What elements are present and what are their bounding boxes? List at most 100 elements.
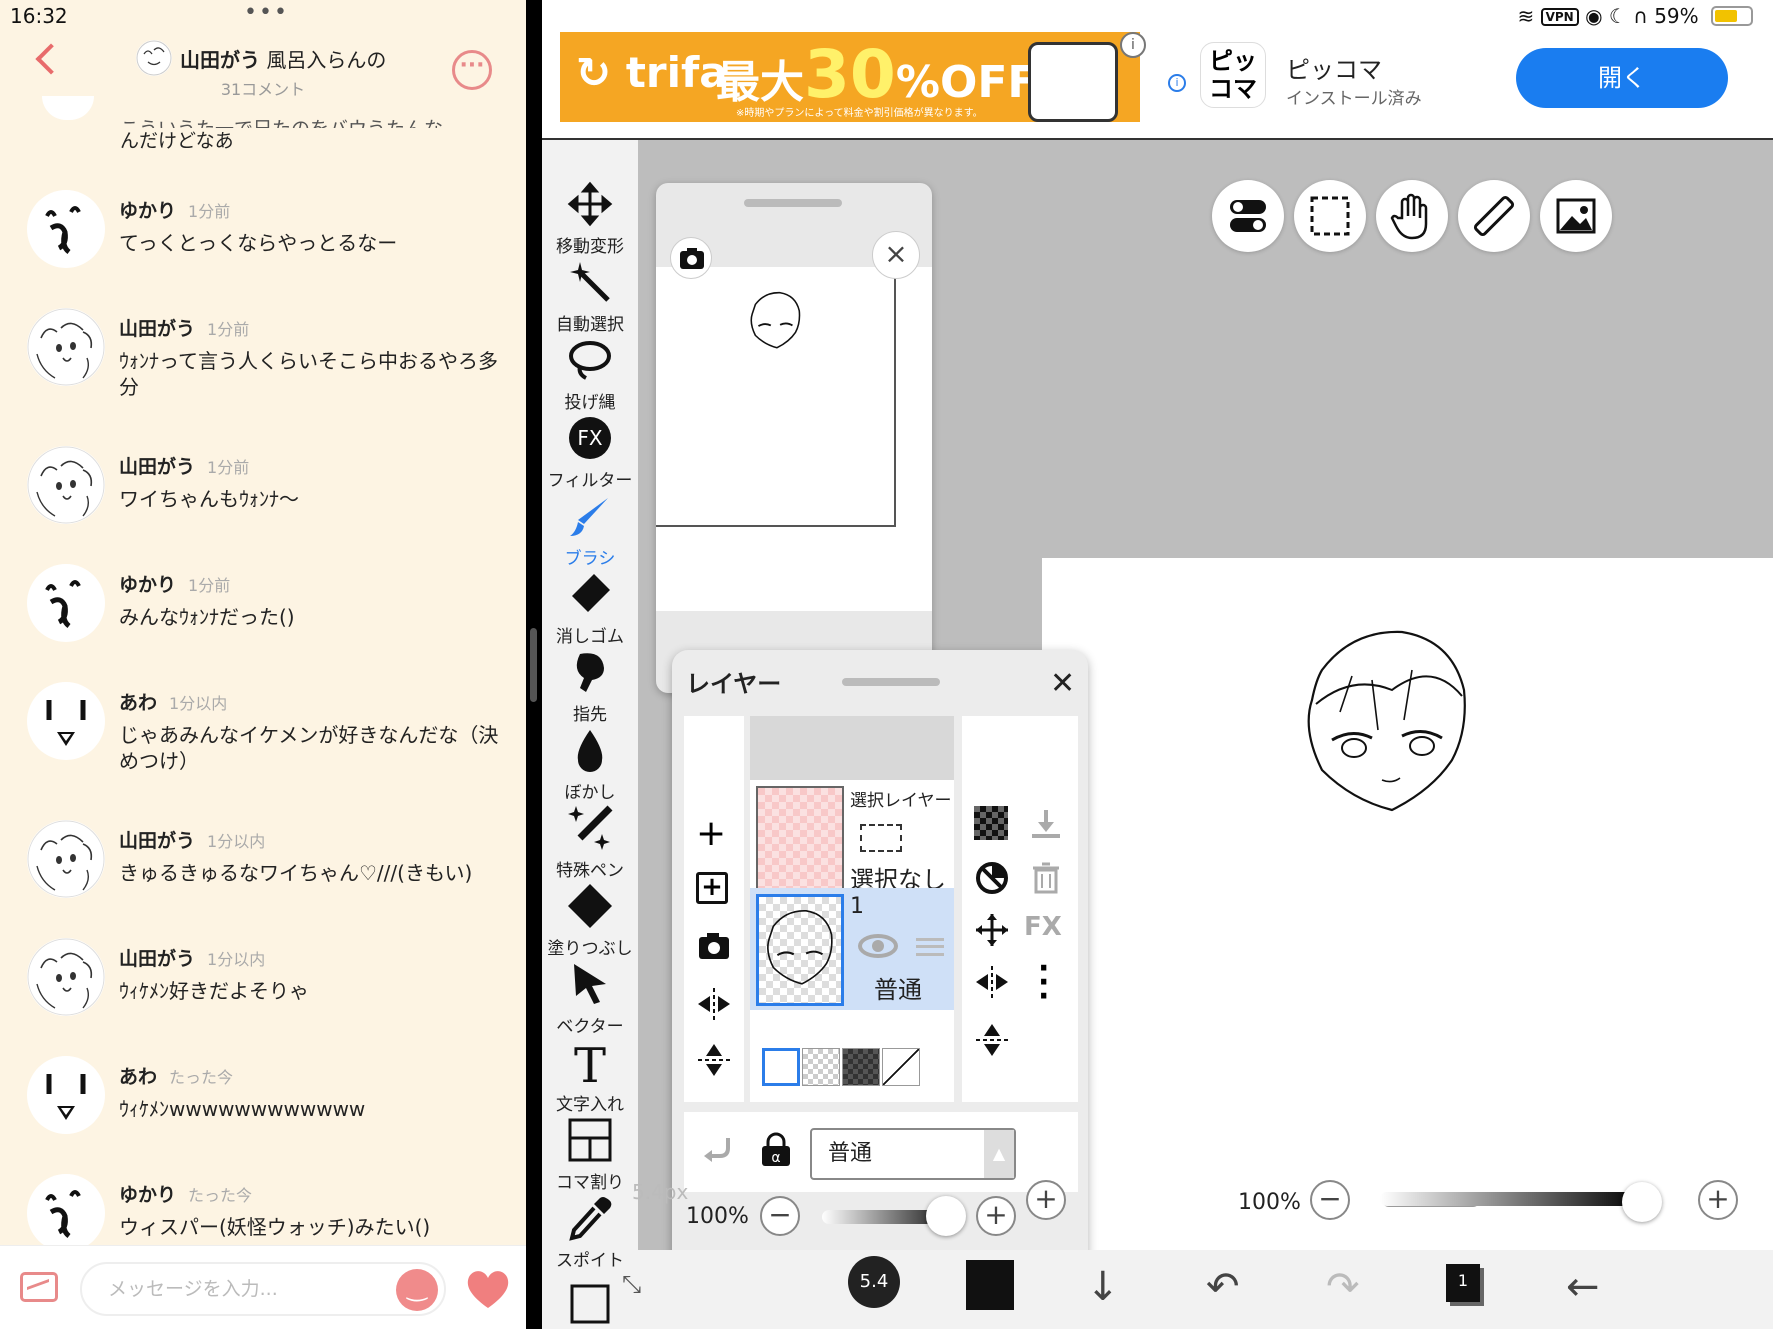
- split-handle[interactable]: [530, 628, 537, 702]
- transparency-lock-icon[interactable]: [974, 806, 1008, 840]
- chevron-left-icon[interactable]: [35, 43, 67, 75]
- close-icon[interactable]: ×: [872, 231, 920, 279]
- close-icon[interactable]: ✕: [1050, 666, 1075, 701]
- navigator-preview[interactable]: [656, 267, 932, 611]
- color-swatch[interactable]: [966, 1260, 1014, 1310]
- flip-vertical-icon[interactable]: [974, 1022, 1010, 1058]
- zoom-out-button[interactable]: −: [1310, 1180, 1350, 1220]
- background-dark-swatch[interactable]: [842, 1048, 880, 1086]
- pickoma-app-icon: ピッ コマ: [1200, 42, 1266, 108]
- navigator-panel[interactable]: ×: [656, 183, 932, 693]
- clip-arrow-icon[interactable]: [700, 1134, 736, 1170]
- layer-row-selection[interactable]: 選択レイヤー 選択なし: [750, 780, 954, 902]
- layer-sketch: [767, 909, 833, 985]
- background-none-swatch[interactable]: [882, 1048, 920, 1086]
- message-time: 1分前: [207, 458, 250, 477]
- ad-banner-pickoma[interactable]: i ピッ コマ ピッコマ インストール済み 開く: [1156, 32, 1773, 122]
- duplicate-layer-icon[interactable]: +: [696, 872, 728, 904]
- move-icon[interactable]: [974, 912, 1010, 948]
- ad-banner-trifa[interactable]: ↻ trifa 最大30%OFF ※時期やプランによって料金や割引価格が異なりま…: [560, 32, 1140, 122]
- flip-horizontal-icon[interactable]: [696, 986, 732, 1022]
- tool-finger[interactable]: 指先: [542, 648, 638, 725]
- zoom-slider[interactable]: [1380, 1192, 1642, 1206]
- tool-vector[interactable]: ベクター: [542, 960, 638, 1037]
- background-white-swatch[interactable]: [762, 1048, 800, 1086]
- split-divider[interactable]: [526, 0, 542, 1329]
- ruler-icon[interactable]: [1458, 180, 1530, 252]
- fx-icon[interactable]: FX: [1024, 912, 1062, 942]
- more-icon[interactable]: ···: [452, 50, 492, 90]
- message-input[interactable]: メッセージを入力...: [80, 1262, 446, 1316]
- message-text: てっくとっくならやっとるなー: [119, 231, 398, 255]
- chevron-up-icon[interactable]: ▲: [984, 1130, 1014, 1178]
- layer-row-1[interactable]: 1 普通: [750, 888, 954, 1010]
- brush-size-indicator[interactable]: 5.4: [848, 1256, 900, 1308]
- tool-lasso[interactable]: 投げ縄: [542, 336, 638, 413]
- clipping-icon[interactable]: [974, 860, 1010, 896]
- zoom-slider-knob[interactable]: [1622, 1182, 1662, 1222]
- smile-icon[interactable]: ‿: [396, 1269, 438, 1311]
- add-layer-icon[interactable]: +: [696, 816, 726, 852]
- message-text: じゃあみんなイケメンが好きなんだな（決めつけ）: [119, 723, 499, 773]
- open-button[interactable]: 開く: [1516, 48, 1728, 108]
- tool-filter[interactable]: FX フィルター: [542, 414, 638, 491]
- alpha-lock-icon[interactable]: α: [758, 1132, 794, 1168]
- arrow-left-icon[interactable]: ←: [1566, 1264, 1600, 1310]
- tool-fill[interactable]: 塗りつぶし: [542, 882, 638, 959]
- flip-horizontal-icon[interactable]: [974, 964, 1010, 1000]
- opacity-increase-button[interactable]: +: [976, 1196, 1016, 1236]
- redo-icon[interactable]: ↷: [1326, 1264, 1360, 1310]
- vpn-badge: VPN: [1540, 8, 1579, 26]
- selection-icon[interactable]: [1294, 180, 1366, 252]
- undo-icon[interactable]: ↶: [1206, 1264, 1240, 1310]
- compose-bar: メッセージを入力... ‿: [0, 1245, 526, 1329]
- avatar-yukari: [27, 564, 105, 642]
- tool-eyedropper[interactable]: スポイト: [542, 1194, 638, 1271]
- more-vertical-icon[interactable]: · · ·: [1038, 954, 1049, 1012]
- drag-handle-icon[interactable]: [916, 938, 944, 956]
- background-transparent-swatch[interactable]: [802, 1048, 840, 1086]
- status-time: 16:32: [10, 4, 68, 28]
- heart-icon[interactable]: [463, 1264, 513, 1314]
- tool-frame-divider[interactable]: コマ割り: [542, 1116, 638, 1193]
- hand-icon[interactable]: [1376, 180, 1448, 252]
- info-icon[interactable]: i: [1168, 74, 1186, 92]
- partial-message: こういうた一で兄たのをバウうたんな んだけどなあ: [120, 116, 500, 154]
- info-icon[interactable]: i: [1120, 32, 1146, 58]
- image-icon[interactable]: [20, 1272, 58, 1302]
- opacity-label: 100%: [686, 1204, 749, 1229]
- tool-special-pen[interactable]: 特殊ペン: [542, 804, 638, 881]
- eye-icon[interactable]: [858, 934, 898, 958]
- zoom-in-button-right[interactable]: +: [1698, 1180, 1738, 1220]
- tool-eraser[interactable]: 消しゴム: [542, 570, 638, 647]
- thread-author: 山田がう: [180, 48, 260, 72]
- flip-vertical-icon[interactable]: [696, 1042, 732, 1078]
- zoom-in-button[interactable]: +: [1026, 1180, 1066, 1220]
- image-icon[interactable]: [1540, 180, 1612, 252]
- camera-icon[interactable]: [696, 928, 732, 964]
- layers-icon[interactable]: 1: [1446, 1264, 1480, 1302]
- tool-blur[interactable]: ぼかし: [542, 726, 638, 803]
- message-time: 1分以内: [207, 832, 266, 851]
- trifa-brand: trifa: [625, 48, 728, 97]
- canvas-paper[interactable]: [1042, 558, 1773, 1250]
- multitask-dots[interactable]: •••: [244, 0, 289, 25]
- tool-brush[interactable]: ブラシ: [542, 492, 638, 569]
- camera-icon[interactable]: [670, 237, 712, 279]
- tool-auto-select[interactable]: 自動選択: [542, 258, 638, 335]
- message-user: あわ: [119, 692, 158, 714]
- tool-move[interactable]: 移動変形: [542, 180, 638, 257]
- opacity-decrease-button[interactable]: −: [760, 1196, 800, 1236]
- tool-swap-icon[interactable]: ⤡: [622, 1270, 641, 1298]
- layer-actions-left: + +: [684, 716, 744, 1102]
- partial-message-top: こういうた一で兄たのをバウうたんな: [120, 116, 500, 128]
- tool-text[interactable]: T 文字入れ: [542, 1038, 638, 1115]
- opacity-slider-knob[interactable]: [926, 1196, 966, 1236]
- eyedropper-icon: [569, 1197, 612, 1241]
- panel-grip[interactable]: [744, 199, 842, 207]
- panel-grip[interactable]: [842, 678, 940, 686]
- arrow-down-icon[interactable]: ↓: [1086, 1264, 1120, 1310]
- merge-down-icon[interactable]: [1028, 806, 1064, 842]
- toggle-icon[interactable]: [1212, 180, 1284, 252]
- trash-icon[interactable]: [1028, 860, 1064, 896]
